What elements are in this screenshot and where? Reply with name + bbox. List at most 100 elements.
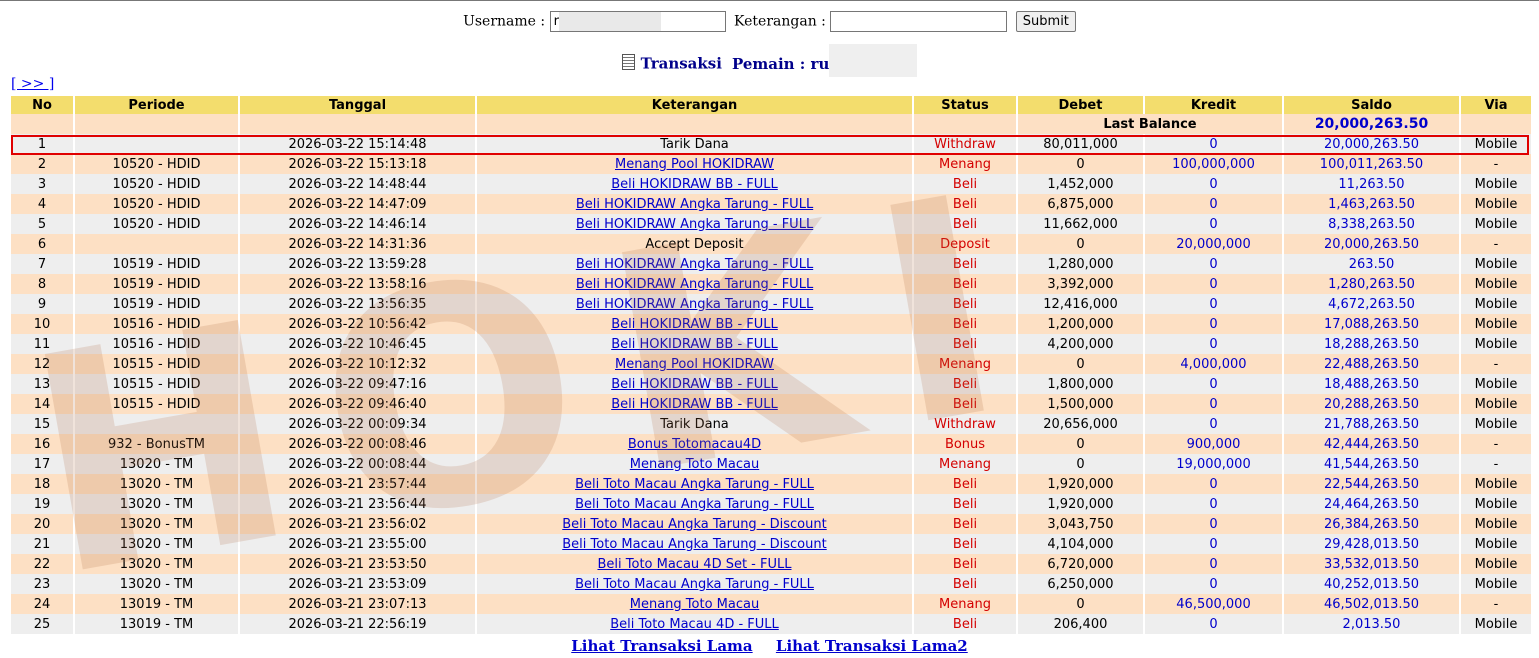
cell-kredit: 0: [1145, 134, 1282, 154]
cell-status: Beli: [914, 474, 1016, 494]
cell-kredit: 0: [1145, 574, 1282, 594]
table-row: 11 10516 - HDID 2026-03-22 10:46:45 Beli HO…: [11, 334, 1531, 354]
keterangan-link[interactable]: Menang Toto Macau: [630, 457, 759, 472]
keterangan-link[interactable]: Beli Toto Macau 4D - FULL: [610, 617, 779, 632]
keterangan-link[interactable]: Beli HOKIDRAW Angka Tarung - FULL: [576, 217, 813, 232]
cell-via: -: [1461, 434, 1531, 454]
old-transactions-2-link[interactable]: Lihat Transaksi Lama2: [776, 637, 968, 655]
cell-status: Bonus: [914, 434, 1016, 454]
cell-debet: 4,200,000: [1018, 334, 1143, 354]
keterangan-link[interactable]: Beli HOKIDRAW BB - FULL: [611, 337, 778, 352]
cell-no: 2: [11, 154, 73, 174]
keterangan-link[interactable]: Beli HOKIDRAW Angka Tarung - FULL: [576, 257, 813, 272]
submit-button[interactable]: Submit: [1015, 11, 1076, 32]
cell-via: Mobile: [1461, 314, 1531, 334]
username-input[interactable]: [549, 11, 726, 32]
keterangan-link[interactable]: Menang Toto Macau: [630, 597, 759, 612]
cell-no: 12: [11, 354, 73, 374]
cell-tanggal: 2026-03-21 23:57:44: [240, 474, 475, 494]
cell-debet: 0: [1018, 434, 1143, 454]
cell-debet: 6,875,000: [1018, 194, 1143, 214]
cell-no: 15: [11, 414, 73, 434]
keterangan-link[interactable]: Beli Toto Macau Angka Tarung - FULL: [575, 577, 814, 592]
cell-no: 5: [11, 214, 73, 234]
cell-via: Mobile: [1461, 134, 1531, 154]
cell-tanggal: 2026-03-22 09:47:16: [240, 374, 475, 394]
cell-keterangan: Menang Pool HOKIDRAW: [477, 154, 912, 174]
keterangan-link[interactable]: Beli HOKIDRAW Angka Tarung - FULL: [576, 197, 813, 212]
document-icon: [621, 53, 635, 70]
cell-keterangan: Beli Toto Macau Angka Tarung - FULL: [477, 474, 912, 494]
cell-saldo: 40,252,013.50: [1284, 574, 1459, 594]
keterangan-link[interactable]: Beli HOKIDRAW BB - FULL: [611, 317, 778, 332]
cell-tanggal: 2026-03-22 10:46:45: [240, 334, 475, 354]
cell-saldo: 2,013.50: [1284, 614, 1459, 634]
cell-status: Beli: [914, 274, 1016, 294]
table-row: 23 13020 - TM 2026-03-21 23:53:09 Beli Toto…: [11, 574, 1531, 594]
cell-periode: 10520 - HDID: [75, 214, 238, 234]
column-header-periode: Periode: [75, 96, 238, 114]
table-row: 22 13020 - TM 2026-03-21 23:53:50 Beli Toto…: [11, 554, 1531, 574]
old-transactions-link[interactable]: Lihat Transaksi Lama: [571, 637, 752, 655]
cell-no: 23: [11, 574, 73, 594]
cell-keterangan: Beli Toto Macau 4D Set - FULL: [477, 554, 912, 574]
cell-kredit: 0: [1145, 194, 1282, 214]
cell-status: Beli: [914, 194, 1016, 214]
cell-via: Mobile: [1461, 274, 1531, 294]
table-row: 13 10515 - HDID 2026-03-22 09:47:16 Beli HO…: [11, 374, 1531, 394]
cell-no: 19: [11, 494, 73, 514]
cell-debet: 80,011,000: [1018, 134, 1143, 154]
table-row: 9 10519 - HDID 2026-03-22 13:56:35 Beli HOK…: [11, 294, 1531, 314]
title-transaksi: Transaksi: [640, 54, 722, 73]
cell-kredit: 20,000,000: [1145, 234, 1282, 254]
keterangan-link[interactable]: Beli HOKIDRAW BB - FULL: [611, 177, 778, 192]
keterangan-link[interactable]: Menang Pool HOKIDRAW: [615, 157, 774, 172]
cell-tanggal: 2026-03-21 23:55:00: [240, 534, 475, 554]
cell-debet: 1,800,000: [1018, 374, 1143, 394]
cell-saldo: 17,088,263.50: [1284, 314, 1459, 334]
cell-kredit: 0: [1145, 394, 1282, 414]
cell-via: -: [1461, 234, 1531, 254]
cell-no: 1: [11, 134, 73, 154]
cell-status: Menang: [914, 594, 1016, 614]
cell-keterangan: Beli HOKIDRAW BB - FULL: [477, 314, 912, 334]
cell-tanggal: 2026-03-22 14:48:44: [240, 174, 475, 194]
cell-status: Menang: [914, 154, 1016, 174]
cell-periode: 13019 - TM: [75, 594, 238, 614]
keterangan-link[interactable]: Menang Pool HOKIDRAW: [615, 357, 774, 372]
keterangan-link[interactable]: Beli HOKIDRAW BB - FULL: [611, 377, 778, 392]
keterangan-link[interactable]: Beli Toto Macau Angka Tarung - Discount: [562, 517, 826, 532]
cell-periode: 13019 - TM: [75, 614, 238, 634]
table-row: 3 10520 - HDID 2026-03-22 14:48:44 Beli HOK…: [11, 174, 1531, 194]
cell-no: 25: [11, 614, 73, 634]
cell-no: 11: [11, 334, 73, 354]
cell-keterangan: Tarik Dana: [477, 414, 912, 434]
keterangan-input[interactable]: [830, 11, 1008, 32]
cell-kredit: 0: [1145, 554, 1282, 574]
keterangan-link[interactable]: Beli Toto Macau Angka Tarung - FULL: [575, 477, 814, 492]
keterangan-link[interactable]: Beli Toto Macau Angka Tarung - FULL: [575, 497, 814, 512]
cell-periode: 10520 - HDID: [75, 174, 238, 194]
table-row: 15 2026-03-22 00:09:34 Tarik Dana Withdraw 2…: [11, 414, 1531, 434]
cell-tanggal: 2026-03-21 23:07:13: [240, 594, 475, 614]
keterangan-link[interactable]: Beli Toto Macau Angka Tarung - Discount: [562, 537, 826, 552]
cell-kredit: 4,000,000: [1145, 354, 1282, 374]
cell-via: -: [1461, 454, 1531, 474]
keterangan-link[interactable]: Beli HOKIDRAW Angka Tarung - FULL: [576, 297, 813, 312]
keterangan-link[interactable]: Beli HOKIDRAW BB - FULL: [611, 397, 778, 412]
cell-keterangan: Beli HOKIDRAW BB - FULL: [477, 174, 912, 194]
cell-status: Withdraw: [914, 134, 1016, 154]
cell-periode: 13020 - TM: [75, 574, 238, 594]
cell-no: 20: [11, 514, 73, 534]
cell-tanggal: 2026-03-21 23:53:50: [240, 554, 475, 574]
keterangan-link[interactable]: Beli Toto Macau 4D Set - FULL: [597, 557, 791, 572]
cell-periode: 10520 - HDID: [75, 154, 238, 174]
table-row: 8 10519 - HDID 2026-03-22 13:58:16 Beli HOK…: [11, 274, 1531, 294]
cell-via: Mobile: [1461, 174, 1531, 194]
next-page-link[interactable]: [ >> ]: [11, 76, 54, 92]
keterangan-link[interactable]: Beli HOKIDRAW Angka Tarung - FULL: [576, 277, 813, 292]
cell-periode: 10515 - HDID: [75, 354, 238, 374]
keterangan-link[interactable]: Bonus Totomacau4D: [628, 437, 761, 452]
cell-periode: [75, 134, 238, 154]
cell-debet: 3,043,750: [1018, 514, 1143, 534]
